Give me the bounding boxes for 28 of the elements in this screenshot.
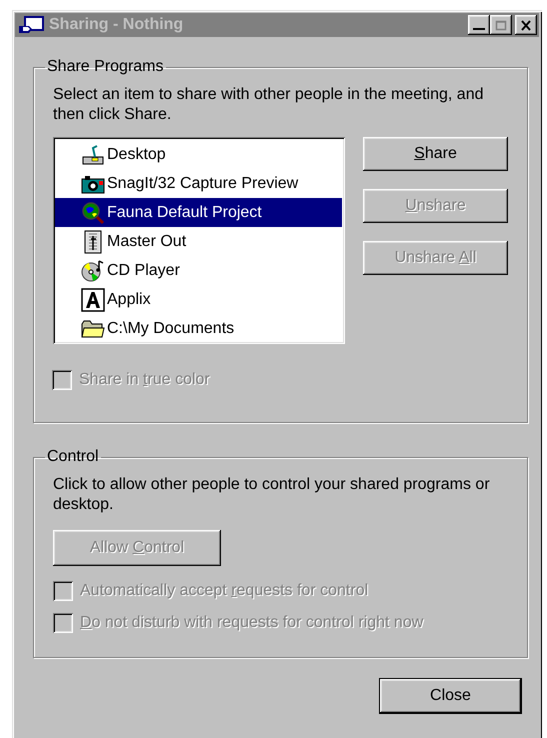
list-item[interactable]: SnagIt/32 Capture Preview (55, 169, 342, 198)
group-title: Control (46, 447, 100, 467)
group-title: Share Programs (46, 57, 164, 77)
magnifier-globe-icon (81, 200, 105, 224)
list-item[interactable]: Applix (55, 285, 342, 314)
list-item[interactable]: CD Player (55, 256, 342, 285)
maximize-button[interactable] (490, 15, 512, 35)
cd-icon (81, 258, 105, 282)
list-item[interactable]: C:\My Documents (55, 314, 342, 343)
share-button[interactable]: Share (363, 137, 508, 171)
instructions-text: Select an item to share with other people in the meeting, and then click Share. (53, 85, 484, 125)
close-button[interactable] (515, 15, 537, 35)
sharing-icon (19, 16, 45, 34)
close-icon (520, 20, 532, 30)
checkbox-label: Automatically accept requests for control (80, 581, 368, 601)
instructions-text: Click to allow other people to control your shared programs or desktop. (53, 475, 491, 515)
checkbox-label: Do not disturb with requests for control right now (80, 613, 424, 633)
list-item[interactable]: Desktop (55, 140, 342, 169)
checkbox-label: Share in true color (79, 370, 210, 390)
applix-icon (81, 288, 105, 312)
minimize-icon (473, 28, 485, 30)
window-title: Sharing - Nothing (49, 15, 184, 35)
list-item[interactable]: Master Out (55, 227, 342, 256)
minimize-button[interactable] (468, 15, 490, 35)
list-item[interactable]: Fauna Default Project (55, 198, 342, 227)
desk-icon (81, 142, 105, 166)
maximize-icon (495, 20, 507, 30)
close-button[interactable]: Close (380, 679, 521, 713)
